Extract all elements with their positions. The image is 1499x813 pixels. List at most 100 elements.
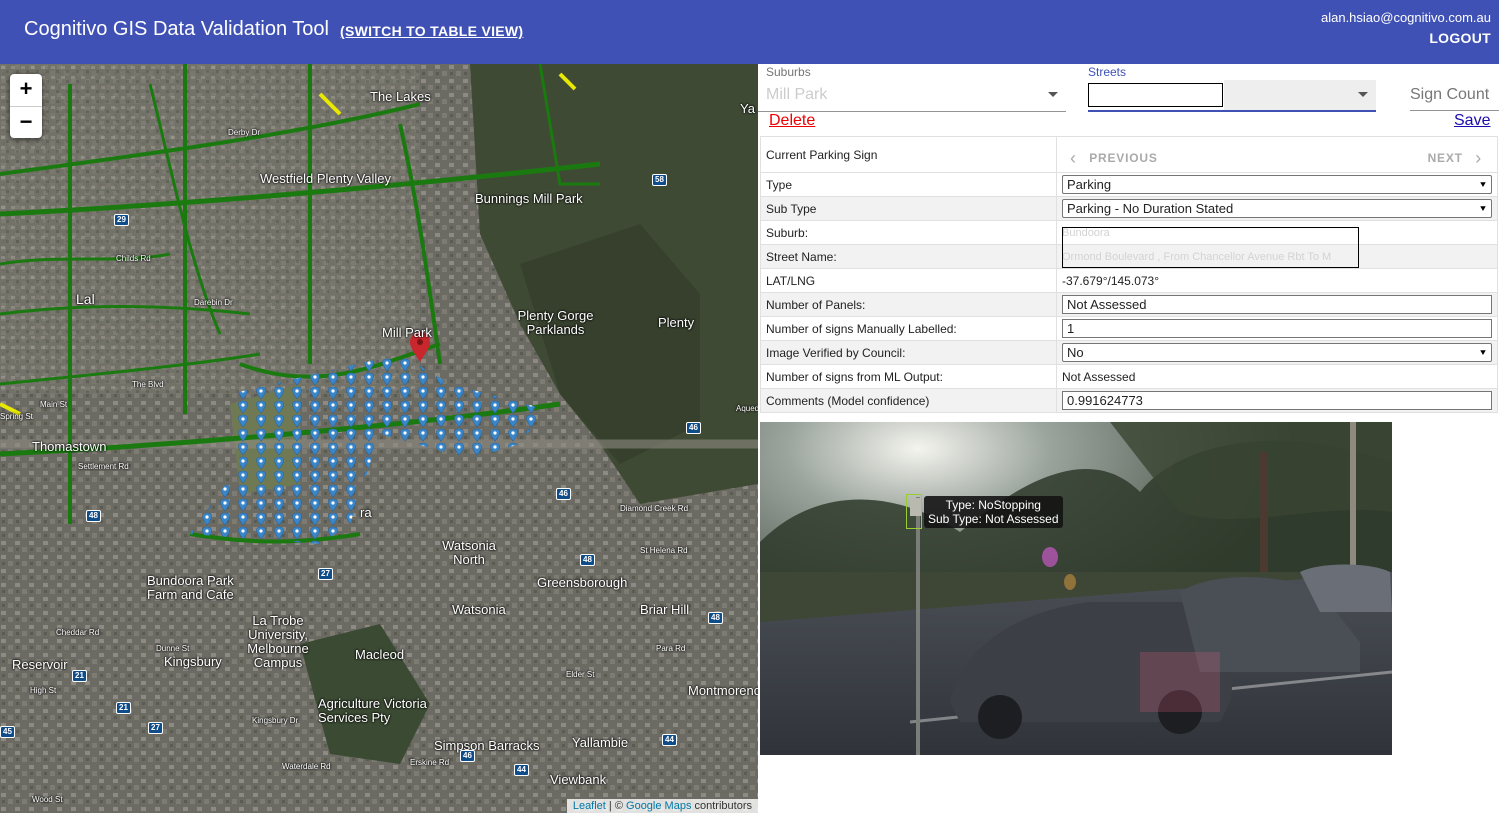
map-label: Lal <box>76 291 95 307</box>
streets-underline <box>1088 110 1376 112</box>
user-email: alan.hsiao@cognitivo.com.au <box>1320 10 1491 25</box>
streets-dropdown-area[interactable] <box>1224 80 1376 110</box>
map-attribution: Leaflet | © Google Maps contributors <box>566 799 758 813</box>
next-button[interactable]: NEXT › <box>1428 148 1482 169</box>
verified-select[interactable]: No ⯆ <box>1062 343 1492 362</box>
latlng-value: -37.679°/145.073° <box>1056 268 1498 293</box>
map-label: Bundoora Park Farm and Cafe <box>147 573 234 602</box>
chevron-down-icon <box>1358 92 1368 97</box>
map-label: Para Rd <box>656 644 686 653</box>
streets-select[interactable]: Streets <box>758 64 1376 112</box>
table-row: Number of signs Manually Labelled: 1 <box>760 316 1498 341</box>
map-label: High St <box>30 686 57 695</box>
map-label: Erskine Rd <box>410 758 450 767</box>
route-shield-icon: 58 <box>652 174 667 186</box>
type-value: Parking <box>1067 177 1112 192</box>
table-row: Type Parking ⯆ <box>760 172 1498 197</box>
app-bar: Cognitivo GIS Data Validation Tool (SWIT… <box>0 0 1499 64</box>
sign-count-underline <box>1410 110 1499 111</box>
map-label: Dunne St <box>156 644 190 653</box>
map-label: Cheddar Rd <box>56 628 100 637</box>
map-label: Thomastown <box>32 439 107 454</box>
verified-value: No <box>1067 345 1084 360</box>
delete-button[interactable]: Delete <box>769 112 815 130</box>
route-shield-icon: 27 <box>318 568 333 580</box>
suburb-input[interactable]: Bundoora <box>1062 222 1492 244</box>
previous-button[interactable]: ‹ PREVIOUS <box>1070 148 1158 169</box>
street-name-label: Street Name: <box>760 244 1057 269</box>
route-shield-icon: 46 <box>460 750 475 762</box>
street-name-input[interactable]: Ormond Boulevard , From Chancellor Avenu… <box>1062 246 1492 268</box>
next-label: NEXT <box>1427 150 1463 165</box>
ml-count-label: Number of signs from ML Output: <box>760 364 1057 389</box>
map-label: Bunnings Mill Park <box>475 191 583 206</box>
map-view[interactable]: + − Westfield Plenty Valley Bunnings Mil… <box>0 64 758 813</box>
map-label: Watsonia <box>452 602 506 617</box>
table-row: LAT/LNG -37.679°/145.073° <box>760 268 1498 293</box>
switch-to-table-view-link[interactable]: (SWITCH TO TABLE VIEW) <box>340 23 523 39</box>
map-label: Waterdale Rd <box>282 762 331 771</box>
table-row: Suburb: Bundoora <box>760 220 1498 245</box>
route-shield-icon: 21 <box>72 670 87 682</box>
map-label: Darebin Dr <box>194 298 233 307</box>
ml-count-value: Not Assessed <box>1056 364 1498 389</box>
detection-subtype: Sub Type: Not Assessed <box>928 512 1059 526</box>
panels-input[interactable]: Not Assessed <box>1062 295 1492 314</box>
previous-label: PREVIOUS <box>1089 150 1158 165</box>
table-row: Sub Type Parking - No Duration Stated ⯆ <box>760 196 1498 221</box>
table-row: Street Name: Ormond Boulevard , From Cha… <box>760 244 1498 269</box>
route-shield-icon: 27 <box>148 722 163 734</box>
zoom-control: + − <box>10 74 42 138</box>
chevron-down-icon: ⯆ <box>1479 348 1487 359</box>
verified-label: Image Verified by Council: <box>760 340 1057 365</box>
street-photo-image <box>760 422 1392 755</box>
subtype-label: Sub Type <box>760 196 1057 221</box>
map-label: Spring St <box>0 412 33 421</box>
sign-count-field[interactable]: Sign Count <box>1410 86 1489 104</box>
type-label: Type <box>760 172 1057 197</box>
map-label: Main St <box>40 400 68 409</box>
map-label: Kingsbury <box>164 654 222 669</box>
latlng-label: LAT/LNG <box>760 268 1057 293</box>
zoom-in-button[interactable]: + <box>10 74 42 106</box>
manual-count-label: Number of signs Manually Labelled: <box>760 316 1057 341</box>
detection-label: Type: NoStopping Sub Type: Not Assessed <box>924 496 1063 528</box>
route-shield-icon: 45 <box>0 726 15 738</box>
comments-input[interactable]: 0.991624773 <box>1062 391 1492 410</box>
map-label: Mill Park <box>382 325 432 340</box>
table-row: Image Verified by Council: No ⯆ <box>760 340 1498 365</box>
logout-button[interactable]: LOGOUT <box>1429 30 1491 46</box>
save-button[interactable]: Save <box>1454 112 1490 130</box>
route-shield-icon: 46 <box>686 422 701 434</box>
table-row: Comments (Model confidence) 0.991624773 <box>760 388 1498 413</box>
map-label: Aquedu <box>736 404 758 413</box>
table-row: Number of signs from ML Output: Not Asse… <box>760 364 1498 389</box>
type-select[interactable]: Parking ⯆ <box>1062 175 1492 194</box>
streets-input[interactable] <box>1088 83 1223 107</box>
map-label: Childs Rd <box>116 254 151 263</box>
map-label: La Trobe University, Melbourne Campus <box>247 613 309 670</box>
route-shield-icon: 44 <box>662 734 677 746</box>
map-label: ra <box>360 505 372 520</box>
map-label: Settlement Rd <box>78 462 129 471</box>
map-label: Yallambie <box>572 735 629 750</box>
google-maps-link[interactable]: Google Maps <box>626 800 691 812</box>
map-label: Montmorency <box>688 683 758 698</box>
map-label: Macleod <box>355 647 405 662</box>
table-row: Current Parking Sign ‹ PREVIOUS NEXT › <box>760 136 1498 173</box>
map-label: St Helena Rd <box>640 546 688 555</box>
attribution-separator: | © <box>608 800 623 812</box>
nav-cell: ‹ PREVIOUS NEXT › <box>1056 136 1498 173</box>
chevron-down-icon: ⯆ <box>1479 204 1487 215</box>
leaflet-link[interactable]: Leaflet <box>573 800 606 812</box>
map-label: Greensborough <box>537 575 628 590</box>
map-label: Briar Hill <box>640 602 690 617</box>
validation-panel: Suburbs Mill Park Streets Sign Count Del… <box>758 64 1499 813</box>
manual-count-input[interactable]: 1 <box>1062 319 1492 338</box>
subtype-select[interactable]: Parking - No Duration Stated ⯆ <box>1062 199 1492 218</box>
comments-label: Comments (Model confidence) <box>760 388 1057 413</box>
map-label: Elder St <box>566 670 595 679</box>
zoom-out-button[interactable]: − <box>10 106 42 138</box>
detection-bounding-box <box>906 494 922 529</box>
suburb-label: Suburb: <box>760 220 1057 245</box>
